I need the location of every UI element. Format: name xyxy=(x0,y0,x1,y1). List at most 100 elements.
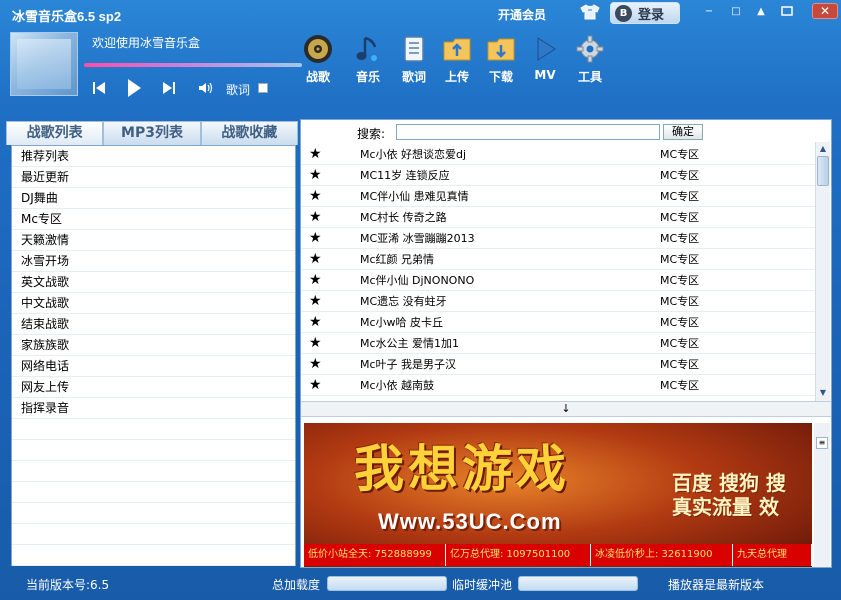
favorite-star-icon[interactable]: ★ xyxy=(309,186,322,207)
empty-row xyxy=(12,482,295,503)
song-title: Mc小w哈 皮卡丘 xyxy=(360,316,444,329)
toolbar-label: MV xyxy=(534,68,556,82)
category-item[interactable]: 家族族歌 xyxy=(12,335,295,356)
ad-strip-item[interactable]: 九天总代理 xyxy=(733,544,812,566)
favorite-star-icon[interactable]: ★ xyxy=(309,207,322,228)
song-row[interactable]: ★ MC11岁 连锁反应 MC专区 xyxy=(302,165,815,186)
scroll-down-icon[interactable]: ▼ xyxy=(816,386,830,400)
panel-splitter[interactable]: ↓ xyxy=(301,401,831,417)
song-title: Mc叶子 我是男子汉 xyxy=(360,358,457,371)
song-row[interactable]: ★ Mc小依 越南鼓 MC专区 xyxy=(302,375,815,396)
progress-bar[interactable] xyxy=(84,63,302,67)
title-bar: 冰雪音乐盒6.5 sp2 开通会员 B 登录 − □ ▲ ✕ xyxy=(0,0,841,28)
play-button[interactable] xyxy=(126,78,142,101)
record-disc-icon xyxy=(304,35,332,63)
minimize-button[interactable]: − xyxy=(700,3,718,19)
tab-mp3-list[interactable]: MP3列表 xyxy=(103,121,201,145)
toolbar-upload[interactable]: 上传 xyxy=(437,34,477,94)
song-category: MC专区 xyxy=(660,295,700,308)
favorite-star-icon[interactable]: ★ xyxy=(309,228,322,249)
maximize-button[interactable] xyxy=(778,3,796,19)
toolbar-tools[interactable]: 工具 xyxy=(570,34,610,94)
category-item[interactable]: 指挥录音 xyxy=(12,398,295,419)
next-icon xyxy=(163,82,175,94)
category-item[interactable]: 天籁激情 xyxy=(12,230,295,251)
song-title: MC伴小仙 患难见真情 xyxy=(360,190,469,203)
music-note-icon xyxy=(356,36,377,61)
category-item[interactable]: 推荐列表 xyxy=(12,146,295,167)
total-load-label: 总加载度 xyxy=(272,578,321,592)
next-button[interactable] xyxy=(162,80,176,99)
ad-banner[interactable]: 我想游戏 Www.53UC.Com 百度 搜狗 搜 真实流量 效 低价小站全天:… xyxy=(304,423,812,567)
upload-folder-icon xyxy=(443,38,471,61)
song-row[interactable]: ★ MC亚浠 冰雪蹦蹦2013 MC专区 xyxy=(302,228,815,249)
search-input[interactable] xyxy=(396,124,660,140)
volume-button[interactable] xyxy=(198,81,214,98)
favorite-star-icon[interactable]: ★ xyxy=(309,249,322,270)
song-row[interactable]: ★ Mc叶子 我是男子汉 MC专区 xyxy=(302,354,815,375)
toolbar-mv[interactable]: MV xyxy=(525,34,565,94)
favorite-star-icon[interactable]: ★ xyxy=(309,165,322,186)
previous-button[interactable] xyxy=(92,80,106,99)
favorite-star-icon[interactable]: ★ xyxy=(309,354,322,375)
category-item[interactable]: Mc专区 xyxy=(12,209,295,230)
song-row[interactable]: ★ Mc水公主 爱情1加1 MC专区 xyxy=(302,333,815,354)
welcome-text: 欢迎使用冰雪音乐盒 xyxy=(92,36,201,50)
close-button[interactable]: ✕ xyxy=(812,3,838,19)
ad-strip-item[interactable]: 低价小站全天: 752888999 xyxy=(304,544,446,566)
scroll-thumb[interactable] xyxy=(817,156,829,186)
song-row[interactable]: ★ Mc小w哈 皮卡丘 MC专区 xyxy=(302,312,815,333)
song-row[interactable]: ★ Mc伴小仙 DjNONONO MC专区 xyxy=(302,270,815,291)
toolbar-download[interactable]: 下载 xyxy=(481,34,521,94)
toolbar-music[interactable]: 音乐 xyxy=(348,34,388,94)
category-item[interactable]: 中文战歌 xyxy=(12,293,295,314)
category-item[interactable]: 网友上传 xyxy=(12,377,295,398)
tab-battle-song-favorites[interactable]: 战歌收藏 xyxy=(200,121,298,145)
category-item[interactable]: DJ舞曲 xyxy=(12,188,295,209)
favorite-star-icon[interactable]: ★ xyxy=(309,375,322,396)
category-item[interactable]: 结束战歌 xyxy=(12,314,295,335)
skin-shirt-icon[interactable] xyxy=(580,4,600,20)
category-item[interactable]: 网络电话 xyxy=(12,356,295,377)
song-row[interactable]: ★ MC遗忘 没有蛀牙 MC专区 xyxy=(302,291,815,312)
tab-battle-song-list[interactable]: 战歌列表 xyxy=(6,121,104,145)
song-category: MC专区 xyxy=(660,169,700,182)
song-category: MC专区 xyxy=(660,274,700,287)
song-category: MC专区 xyxy=(660,358,700,371)
song-list-scrollbar[interactable]: ▲ ▼ xyxy=(815,142,830,402)
search-confirm-button[interactable]: 确定 xyxy=(663,124,703,140)
song-row[interactable]: ★ Mc小依 好想谈恋爱dj MC专区 xyxy=(302,144,815,165)
song-row[interactable]: ★ MC村长 传奇之路 MC专区 xyxy=(302,207,815,228)
lyric-label: 歌词 xyxy=(226,83,251,97)
scroll-up-icon[interactable]: ▲ xyxy=(816,142,830,156)
empty-row xyxy=(12,461,295,482)
empty-row xyxy=(12,524,295,545)
app-window: 冰雪音乐盒6.5 sp2 开通会员 B 登录 − □ ▲ ✕ 欢迎使用冰雪音乐盒… xyxy=(0,0,841,600)
song-row[interactable]: ★ Mc红颜 兄弟情 MC专区 xyxy=(302,249,815,270)
favorite-star-icon[interactable]: ★ xyxy=(309,333,322,354)
ad-strip-item[interactable]: 冰凌低价秒上: 32611900 xyxy=(591,544,733,566)
toolbar-battle-songs[interactable]: 战歌 xyxy=(298,34,338,94)
category-item[interactable]: 英文战歌 xyxy=(12,272,295,293)
login-button[interactable]: B 登录 xyxy=(610,2,680,24)
song-category: MC专区 xyxy=(660,211,700,224)
ad-menu-icon[interactable]: ≡ xyxy=(816,437,828,449)
restore-button[interactable]: □ xyxy=(727,3,745,19)
empty-row xyxy=(12,503,295,524)
ad-scrollbar[interactable]: ≡ xyxy=(814,423,830,567)
lyrics-page-icon xyxy=(404,36,424,62)
song-row[interactable]: ★ MC伴小仙 患难见真情 MC专区 xyxy=(302,186,815,207)
song-title: Mc红颜 兄弟情 xyxy=(360,253,435,266)
favorite-star-icon[interactable]: ★ xyxy=(309,291,322,312)
favorite-star-icon[interactable]: ★ xyxy=(309,312,322,333)
favorite-star-icon[interactable]: ★ xyxy=(309,270,322,291)
lyric-checkbox[interactable] xyxy=(258,83,268,93)
category-item[interactable]: 最近更新 xyxy=(12,167,295,188)
category-item[interactable]: 冰雪开场 xyxy=(12,251,295,272)
vip-button[interactable]: 开通会员 xyxy=(498,6,546,23)
song-category: MC专区 xyxy=(660,337,700,350)
ad-strip-item[interactable]: 亿万总代理: 1097501100 xyxy=(446,544,591,566)
toolbar-lyrics[interactable]: 歌词 xyxy=(394,34,434,94)
favorite-star-icon[interactable]: ★ xyxy=(309,144,322,165)
mini-mode-button[interactable]: ▲ xyxy=(752,3,770,19)
